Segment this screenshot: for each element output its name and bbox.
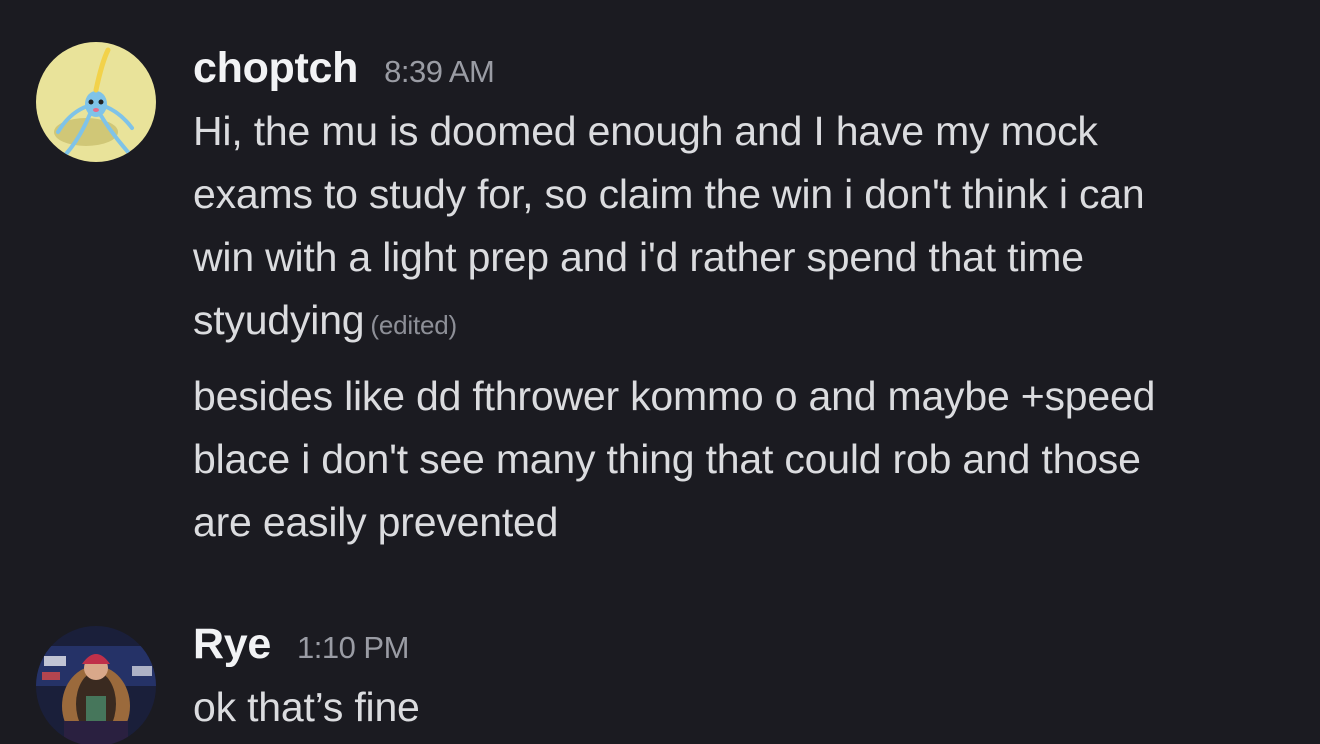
username[interactable]: choptch — [193, 44, 358, 93]
message-text-block: ok that’s fine — [193, 676, 1290, 739]
message-text-block: besides like dd fthrower kommo o and may… — [193, 365, 1290, 554]
timestamp: 1:10 PM — [296, 630, 409, 665]
message-line: exams to study for, so claim the win i d… — [193, 171, 1145, 217]
message-content: Rye 1:10 PM ok that’s fine — [193, 620, 1290, 744]
message-line: ok that’s fine — [193, 684, 420, 730]
timestamp: 8:39 AM — [384, 54, 495, 89]
message-line-text: styudying — [193, 297, 365, 343]
message-line: styudying (edited) — [193, 289, 1290, 357]
message-header: choptch 8:39 AM — [193, 44, 1290, 100]
user-avatar-choptch[interactable] — [36, 42, 156, 162]
message-line: blace i don't see many thing that could … — [193, 436, 1141, 482]
chat-message-list: choptch 8:39 AM Hi, the mu is doomed eno… — [0, 0, 1320, 744]
message-header: Rye 1:10 PM — [193, 620, 1290, 676]
message-line: win with a light prep and i'd rather spe… — [193, 234, 1084, 280]
message-line: Hi, the mu is doomed enough and I have m… — [193, 108, 1098, 154]
user-avatar-rye[interactable] — [36, 626, 156, 744]
wrestler-photo-avatar-icon — [36, 626, 156, 744]
username[interactable]: Rye — [193, 620, 271, 669]
message-content: choptch 8:39 AM Hi, the mu is doomed eno… — [193, 44, 1290, 562]
message-line: besides like dd fthrower kommo o and may… — [193, 373, 1156, 419]
surskit-avatar-icon — [36, 42, 156, 162]
message-text-block: Hi, the mu is doomed enough and I have m… — [193, 100, 1290, 357]
message-line: are easily prevented — [193, 499, 559, 545]
edited-indicator: (edited) — [370, 310, 457, 340]
